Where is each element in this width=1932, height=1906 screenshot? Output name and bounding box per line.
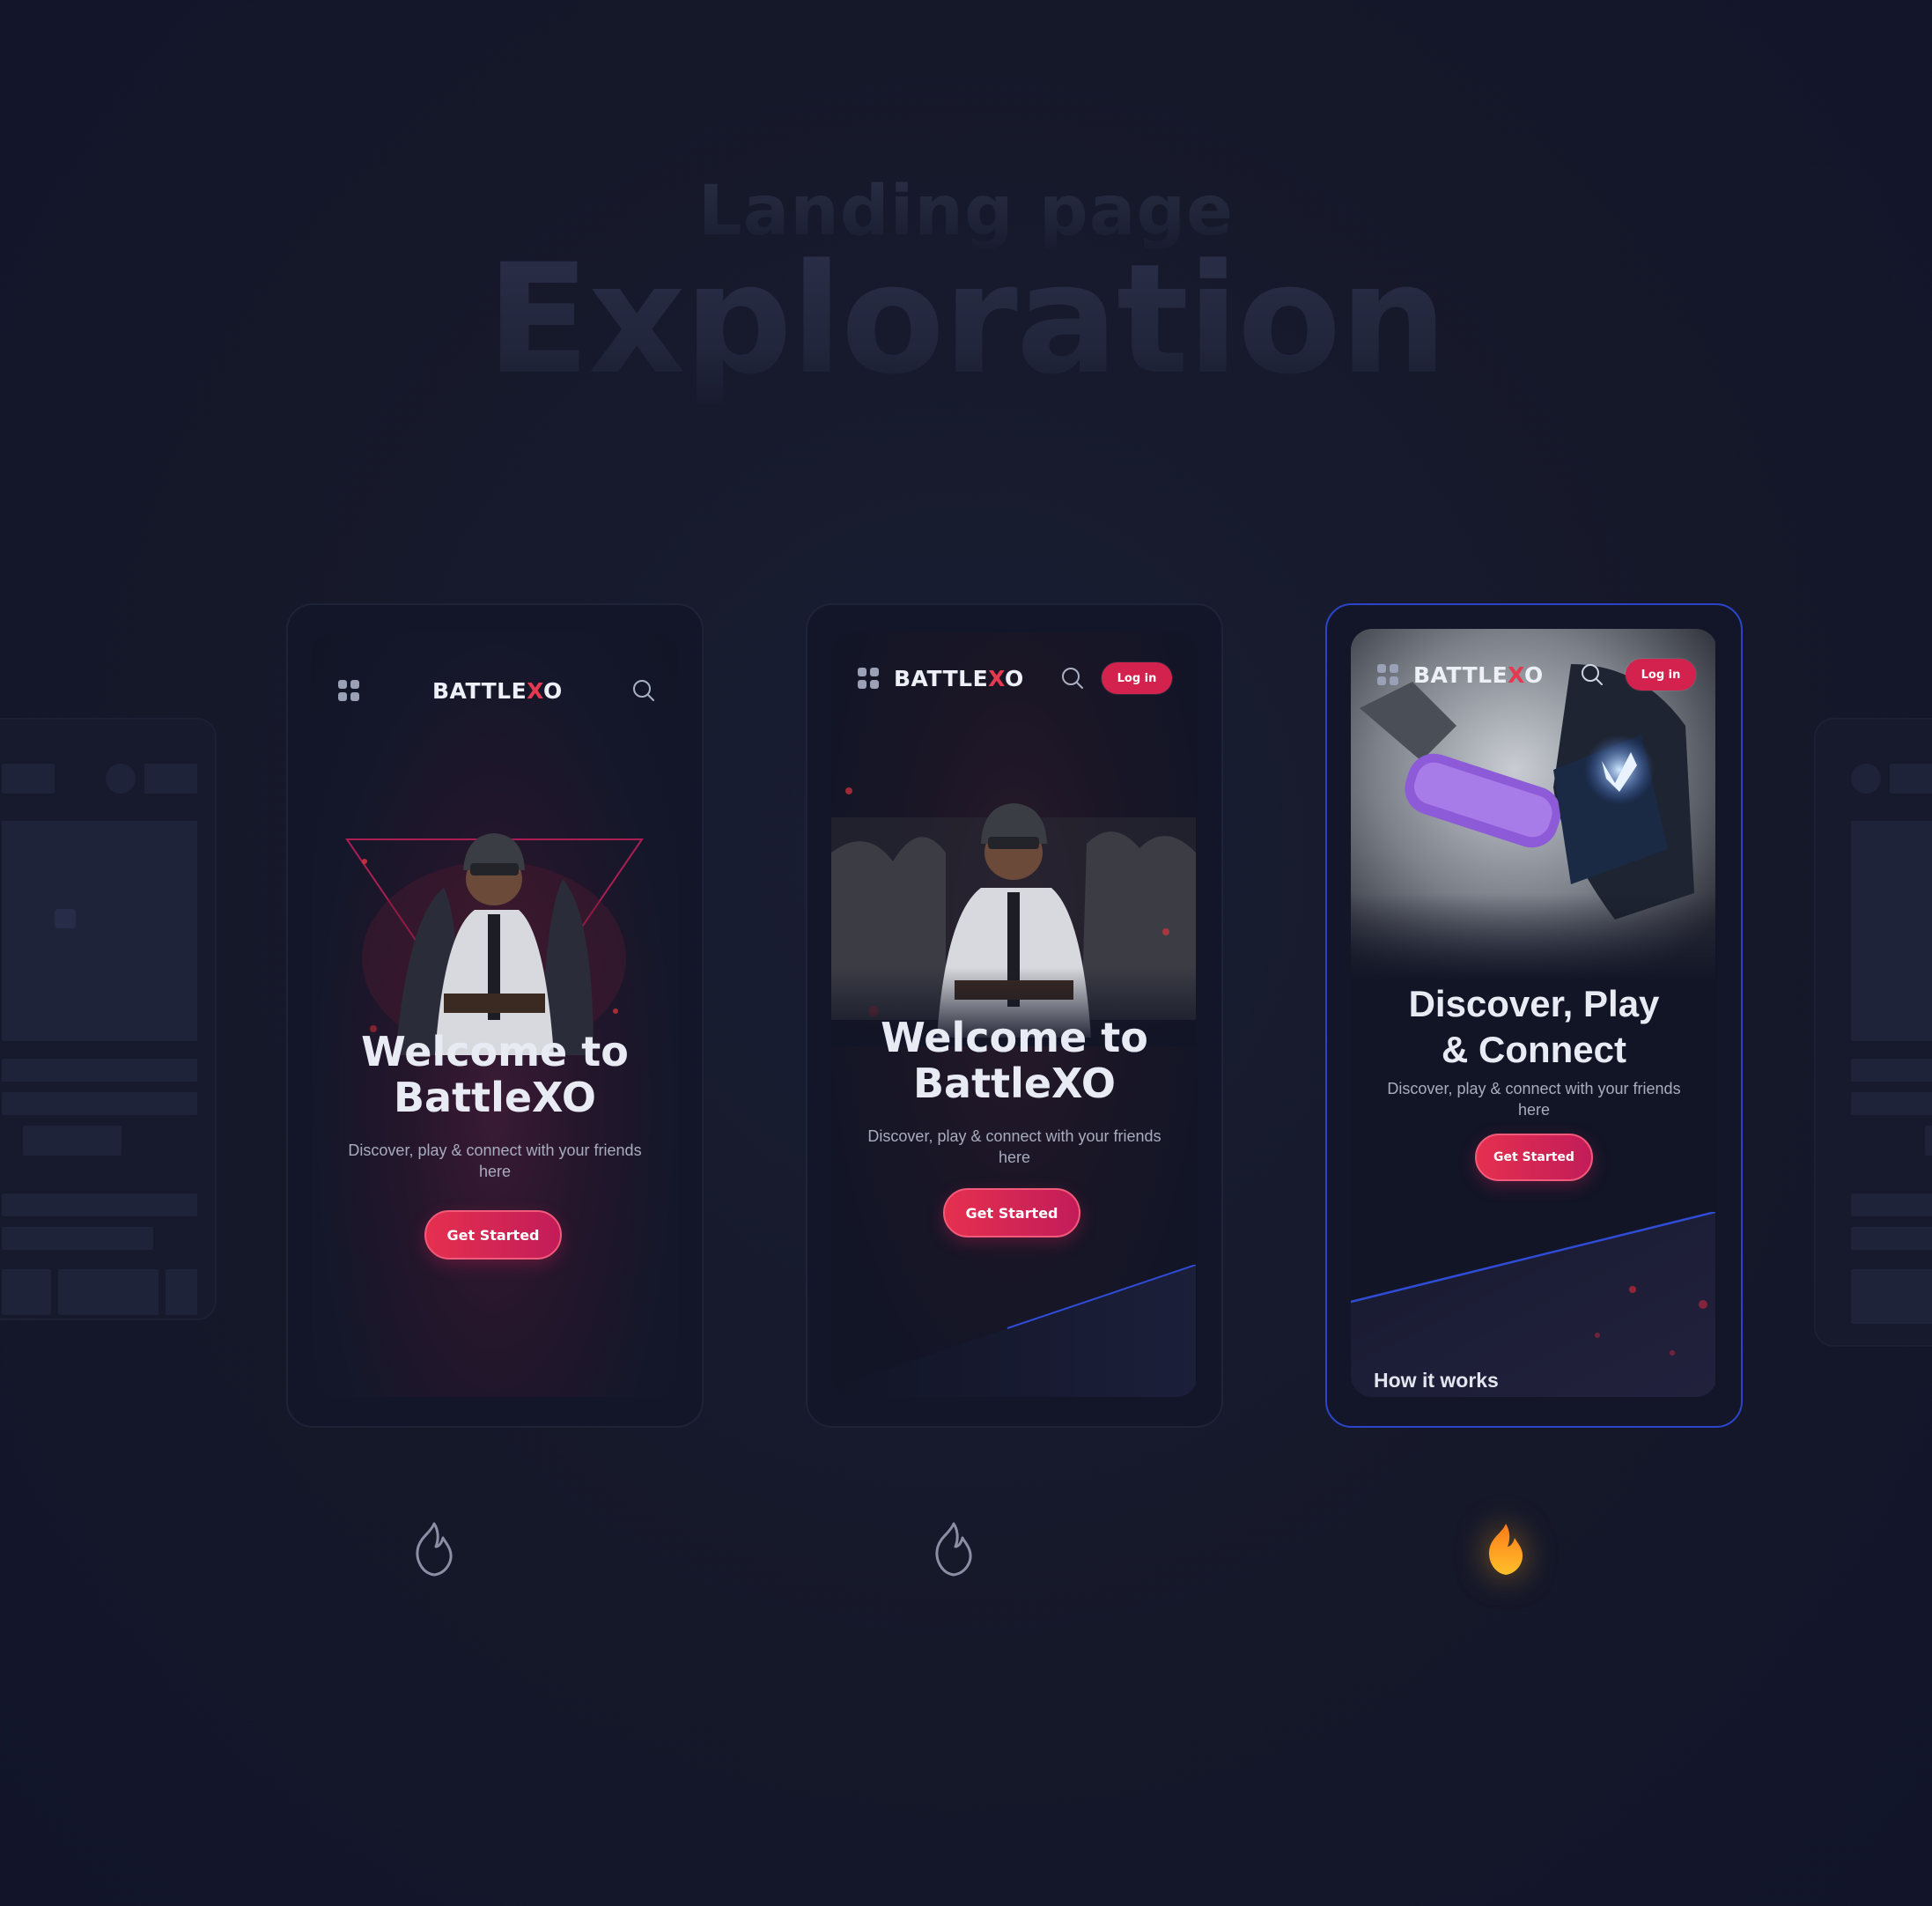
ghost-avatar bbox=[1851, 764, 1881, 794]
hero-squad-art bbox=[831, 747, 1198, 1046]
hero-heading-line2: BattleXO bbox=[394, 1074, 596, 1121]
ghost-line bbox=[1851, 1092, 1932, 1115]
logo-mark: X bbox=[1508, 662, 1525, 688]
how-it-works-heading: How it works bbox=[1374, 1369, 1499, 1392]
diagonal-section-divider bbox=[831, 1265, 1196, 1397]
logo-suffix: O bbox=[543, 678, 563, 704]
logo-text: BATTLE bbox=[432, 678, 527, 704]
ghost-button bbox=[23, 1126, 122, 1156]
search-icon[interactable] bbox=[1581, 663, 1604, 686]
grid-menu-icon[interactable] bbox=[1377, 664, 1398, 685]
ghost-line bbox=[2, 1092, 197, 1115]
ghost-line bbox=[1851, 1193, 1932, 1216]
get-started-button[interactable]: Get Started bbox=[1475, 1134, 1593, 1181]
grid-menu-icon[interactable] bbox=[858, 668, 879, 689]
ghost-button bbox=[1925, 1126, 1932, 1156]
ghost-block bbox=[1851, 1269, 1932, 1324]
brand-logo[interactable]: BATTLEXO bbox=[894, 666, 1024, 691]
hero-subtext: Discover, play & connect with your frien… bbox=[867, 1127, 1161, 1166]
logo-mark: X bbox=[527, 678, 544, 704]
grid-menu-icon[interactable] bbox=[338, 680, 359, 701]
search-icon[interactable] bbox=[632, 679, 655, 702]
hero-character-art bbox=[312, 765, 678, 1057]
login-button[interactable]: Log in bbox=[1626, 659, 1696, 691]
hero-heading: Welcome to BattleXO bbox=[831, 1015, 1198, 1106]
phone-screen: BATTLEXO Welcome to BattleXO Discover, p… bbox=[312, 632, 678, 1397]
hero-subtext: Discover, play & connect with your frien… bbox=[1387, 1080, 1681, 1119]
brand-logo[interactable]: BATTLEXO bbox=[432, 678, 563, 704]
hero-heading: Welcome to BattleXO bbox=[312, 1029, 678, 1120]
logo-suffix: O bbox=[1524, 662, 1544, 688]
hero-heading: Discover, Play & Connect bbox=[1351, 981, 1717, 1073]
phone-mockup-3[interactable]: BATTLEXO Log in Discover, Play & Connect… bbox=[1325, 603, 1743, 1428]
page-title: Exploration bbox=[0, 231, 1932, 408]
flame-filled-icon[interactable] bbox=[1481, 1520, 1530, 1578]
phone-screen: BATTLEXO Log in Discover, Play & Connect… bbox=[1351, 629, 1717, 1397]
login-button[interactable]: Log in bbox=[1102, 662, 1172, 694]
phone-mockup-1[interactable]: BATTLEXO Welcome to BattleXO Discover, p… bbox=[286, 603, 704, 1428]
flame-outline-icon[interactable] bbox=[929, 1520, 978, 1578]
ghost-block bbox=[2, 764, 55, 794]
flame-outline-icon[interactable] bbox=[409, 1520, 459, 1578]
phone-mockup-2[interactable]: BATTLEXO Log in Welcome to BattleXO Disc… bbox=[806, 603, 1223, 1428]
ghost-line bbox=[1851, 1227, 1932, 1250]
hero-heading-line1: Discover, Play bbox=[1408, 983, 1660, 1024]
ghost-block bbox=[2, 1269, 51, 1315]
phone-screen: BATTLEXO Log in Welcome to BattleXO Disc… bbox=[831, 632, 1198, 1397]
get-started-button[interactable]: Get Started bbox=[943, 1188, 1080, 1237]
get-started-button[interactable]: Get Started bbox=[424, 1210, 562, 1260]
image-placeholder-icon bbox=[55, 909, 76, 928]
top-nav: BATTLEXO bbox=[312, 632, 678, 738]
ghost-line bbox=[1851, 1059, 1932, 1082]
ghost-image bbox=[1851, 821, 1932, 1041]
ghost-wireframe-left bbox=[0, 718, 217, 1320]
hero-heading-line2: & Connect bbox=[1442, 1029, 1626, 1070]
ghost-block bbox=[58, 1269, 159, 1315]
ghost-block bbox=[166, 1269, 197, 1315]
search-icon[interactable] bbox=[1061, 667, 1084, 690]
hero-heading-line2: BattleXO bbox=[913, 1060, 1116, 1107]
hero-heading-line1: Welcome to bbox=[881, 1014, 1148, 1061]
ghost-avatar bbox=[106, 764, 136, 794]
ghost-block bbox=[144, 764, 197, 794]
ghost-line bbox=[2, 1227, 153, 1250]
logo-text: BATTLE bbox=[1413, 662, 1508, 688]
top-nav: BATTLEXO Log in bbox=[1351, 629, 1717, 735]
ghost-wireframe-right bbox=[1814, 718, 1932, 1347]
brand-logo[interactable]: BATTLEXO bbox=[1413, 662, 1544, 688]
logo-mark: X bbox=[988, 666, 1006, 691]
logo-text: BATTLE bbox=[894, 666, 989, 691]
ghost-image bbox=[2, 821, 197, 1041]
ghost-line bbox=[2, 1059, 197, 1082]
hero-subtext: Discover, play & connect with your frien… bbox=[348, 1141, 642, 1180]
top-nav: BATTLEXO Log in bbox=[831, 632, 1198, 738]
logo-suffix: O bbox=[1005, 666, 1024, 691]
ghost-block bbox=[1890, 764, 1932, 794]
hero-heading-line1: Welcome to bbox=[361, 1028, 629, 1075]
ghost-line bbox=[2, 1193, 197, 1216]
